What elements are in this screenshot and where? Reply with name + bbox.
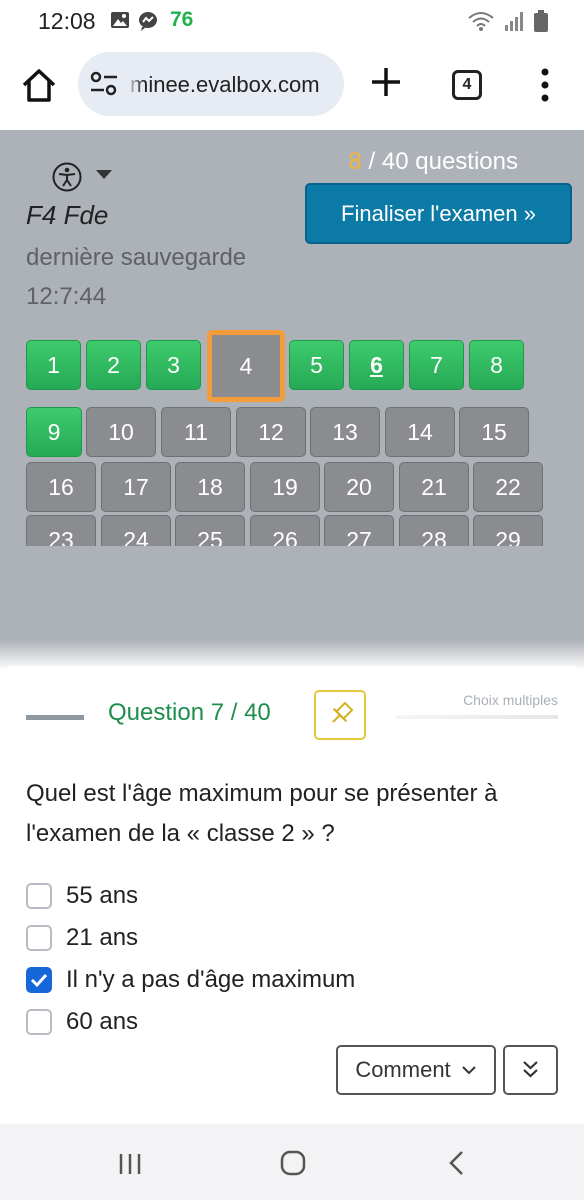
expand-button[interactable] (503, 1045, 558, 1095)
question-nav-15[interactable]: 15 (459, 407, 529, 457)
question-nav-label: 29 (495, 526, 521, 547)
question-nav-label: 6 (370, 351, 383, 378)
question-nav-19[interactable]: 19 (250, 462, 320, 512)
answer-checkbox[interactable] (26, 883, 52, 909)
system-nav-bar (0, 1124, 584, 1200)
question-nav-27[interactable]: 27 (324, 515, 394, 546)
question-nav-10[interactable]: 10 (86, 407, 156, 457)
answer-checkbox[interactable] (26, 925, 52, 951)
question-nav-label: 20 (346, 473, 372, 500)
question-nav-label: 10 (108, 418, 134, 445)
question-nav-label: 7 (430, 351, 443, 378)
answer-option[interactable]: 21 ans (26, 923, 138, 953)
question-nav-24[interactable]: 24 (101, 515, 171, 546)
question-nav-5[interactable]: 5 (289, 340, 344, 390)
answer-option[interactable]: 55 ans (26, 881, 138, 911)
answer-label: 55 ans (66, 882, 139, 909)
question-nav-label: 22 (495, 473, 521, 500)
question-nav-4[interactable]: 4 (207, 330, 285, 402)
comment-label: Comment (355, 1057, 451, 1082)
question-nav-label: 11 (184, 418, 208, 445)
question-nav-label: 24 (123, 526, 149, 547)
question-nav-16[interactable]: 16 (26, 462, 96, 512)
question-nav-label: 14 (407, 418, 433, 445)
question-nav-8[interactable]: 8 (469, 340, 524, 390)
question-nav-label: 16 (48, 473, 74, 500)
pin-question-button[interactable] (314, 690, 366, 740)
question-nav-label: 19 (272, 473, 298, 500)
question-nav-label: 9 (47, 418, 61, 445)
question-nav-label: 23 (48, 526, 74, 547)
question-nav-9[interactable]: 9 (26, 407, 82, 457)
question-nav-23[interactable]: 23 (26, 515, 96, 546)
question-nav-label: 26 (272, 526, 298, 547)
question-nav-label: 12 (258, 418, 284, 445)
comment-button[interactable]: Comment (336, 1045, 496, 1095)
answer-label: Il n'y a pas d'âge maximum (66, 966, 356, 993)
check-icon (30, 973, 48, 988)
question-nav-7[interactable]: 7 (409, 340, 464, 390)
question-nav-label: 13 (332, 418, 358, 445)
question-text: Quel est l'âge maximum pour se présenter… (26, 780, 498, 847)
recent-apps-icon[interactable] (118, 1152, 142, 1176)
system-home-icon[interactable] (280, 1150, 306, 1176)
question-nav-26[interactable]: 26 (250, 515, 320, 546)
chevron-down-icon (461, 1066, 476, 1075)
question-nav-11[interactable]: 11 (161, 407, 231, 457)
question-nav-21[interactable]: 21 (399, 462, 469, 512)
question-nav-label: 8 (490, 351, 503, 378)
pin-icon (332, 701, 354, 723)
question-nav-label: 2 (107, 351, 120, 378)
divider-right (396, 715, 558, 719)
answer-option[interactable]: 60 ans (26, 1007, 138, 1037)
question-title: Question 7 / 40 (108, 699, 271, 726)
question-nav-20[interactable]: 20 (324, 462, 394, 512)
question-nav-label: 25 (197, 526, 223, 547)
question-nav-29[interactable]: 29 (473, 515, 543, 546)
question-nav-label: 15 (481, 418, 507, 445)
question-nav-17[interactable]: 17 (101, 462, 171, 512)
answer-checkbox[interactable] (26, 1009, 52, 1035)
question-nav-1[interactable]: 1 (26, 340, 81, 390)
answer-label: 21 ans (66, 924, 139, 951)
question-nav-label: 28 (421, 526, 447, 547)
answer-checkbox[interactable] (26, 967, 52, 993)
answer-option[interactable]: Il n'y a pas d'âge maximum (26, 965, 355, 995)
divider-left (26, 715, 84, 720)
double-chevron-down-icon (523, 1061, 538, 1078)
question-nav-label: 21 (421, 473, 447, 500)
question-nav-18[interactable]: 18 (175, 462, 245, 512)
question-grid: 1 2 3 4 5 6 7 8 9 10 11 12 13 14 15 16 17 18 19 20 21 22 23 24 2… (0, 0, 584, 546)
question-nav-13[interactable]: 13 (310, 407, 380, 457)
question-nav-6[interactable]: 6 (349, 340, 404, 390)
question-nav-12[interactable]: 12 (236, 407, 306, 457)
question-nav-label: 5 (310, 351, 323, 378)
question-nav-label: 4 (239, 352, 253, 379)
question-type: Choix multiples (463, 692, 558, 708)
question-nav-22[interactable]: 22 (473, 462, 543, 512)
question-nav-14[interactable]: 14 (385, 407, 455, 457)
question-nav-label: 3 (167, 351, 180, 378)
answer-label: 60 ans (66, 1008, 139, 1035)
question-nav-2[interactable]: 2 (86, 340, 141, 390)
back-icon[interactable] (446, 1150, 466, 1176)
question-nav-label: 1 (47, 351, 60, 378)
question-nav-28[interactable]: 28 (399, 515, 469, 546)
question-nav-25[interactable]: 25 (175, 515, 245, 546)
question-nav-label: 17 (123, 473, 149, 500)
question-nav-label: 18 (197, 473, 223, 500)
question-nav-3[interactable]: 3 (146, 340, 201, 390)
question-nav-label: 27 (346, 526, 372, 547)
